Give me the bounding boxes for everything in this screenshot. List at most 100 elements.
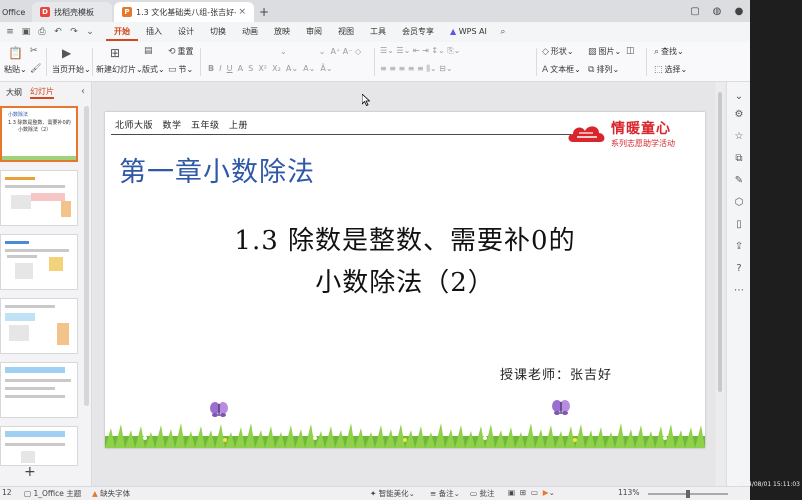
arrange-button[interactable]: ⧉ 排列 ⌄ — [588, 64, 619, 75]
comments-button[interactable]: ▭ 批注 — [470, 488, 494, 499]
normal-view-icon[interactable]: ▣ — [508, 488, 520, 497]
paste-icon[interactable]: 📋 — [8, 46, 25, 60]
tablet-icon[interactable]: ▢ — [684, 6, 706, 17]
find-button[interactable]: ⌕ 查找 ⌄ — [654, 46, 684, 57]
menu-review[interactable]: 审阅 — [298, 23, 330, 41]
save-icon[interactable]: ▣ — [18, 27, 34, 37]
add-slide-button[interactable]: + — [24, 464, 36, 480]
shape-button[interactable]: ◇ 形状 ⌄ — [542, 46, 574, 57]
paragraph-list-group[interactable]: ☰⌄ ☰⌄ ⇤ ⇥ ↕⌄ ⎘⌄ — [380, 46, 460, 56]
collapse-panel-icon[interactable]: ‹ — [81, 86, 85, 97]
menu-tools[interactable]: 工具 — [362, 23, 394, 41]
play-from-current-button[interactable]: 当页开始 ⌄ — [52, 64, 91, 75]
section-button[interactable]: ▭ 节 ⌄ — [168, 64, 193, 75]
wps-ai-button[interactable]: ▲ WPS AI — [442, 23, 495, 41]
canvas-scrollbar[interactable] — [716, 82, 724, 486]
play-slideshow-icon[interactable]: ▶ — [543, 488, 549, 497]
print-icon[interactable]: ⎙ — [34, 27, 50, 37]
sorter-view-icon[interactable]: ⊞ — [520, 488, 531, 497]
avatar[interactable]: ● — [728, 6, 750, 17]
paragraph-align-group[interactable]: ≡ ≡ ≡ ≡ ≡ ⫼⌄ ⊟⌄ — [380, 64, 453, 74]
search-icon[interactable]: ⌕ — [495, 27, 511, 37]
textbox-button[interactable]: A 文本框 ⌄ — [542, 64, 581, 75]
shape-icon[interactable]: ⬡ — [732, 196, 746, 210]
star-icon[interactable]: ☆ — [732, 130, 746, 144]
font-style-group[interactable]: B I U A S X² X₂ A⌄ A⌄ Ǎ⌄ — [208, 64, 333, 73]
menu-transition[interactable]: 切换 — [202, 23, 234, 41]
lesson-title-line1[interactable]: 1.3 除数是整数、需要补0的 — [105, 220, 705, 257]
panel-scrollbar[interactable] — [84, 106, 89, 406]
slide-thumbnail[interactable] — [0, 362, 78, 418]
brush-icon[interactable]: ✎ — [732, 174, 746, 188]
tab-outline[interactable]: 大纲 — [6, 87, 22, 98]
chapter-title[interactable]: 第一章小数除法 — [119, 150, 315, 189]
slide[interactable]: 北师大版 数学 五年级 上册 情暖童心 系列志愿助学活动 第一章小数除法 1.3… — [105, 112, 705, 448]
section-label: 节 — [178, 65, 187, 74]
menu-animation[interactable]: 动画 — [234, 23, 266, 41]
notes-button[interactable]: ≡ 备注 ⌄ — [430, 488, 460, 499]
theme-label: 1_Office 主题 — [33, 489, 82, 498]
grass-border — [105, 423, 705, 448]
tab-slides[interactable]: 幻灯片 — [30, 86, 54, 99]
book-icon[interactable]: ▯ — [732, 218, 746, 232]
slide-thumbnail[interactable]: 小数除法 1.3 除数是整数、需要补0的 小数除法（2） — [0, 106, 78, 162]
share-icon[interactable]: ⇪ — [732, 240, 746, 254]
zoom-slider[interactable] — [648, 490, 728, 498]
missing-font-label: 缺失字体 — [100, 489, 131, 498]
menu-design[interactable]: 设计 — [170, 23, 202, 41]
slide-thumbnail[interactable] — [0, 170, 78, 226]
teacher-name[interactable]: 授课老师：张吉好 — [500, 364, 612, 383]
format-painter-icon[interactable]: 🖌 — [30, 64, 43, 74]
zoom-level[interactable]: 113% — [618, 488, 639, 497]
slide-thumbnail[interactable] — [0, 234, 78, 290]
select-button[interactable]: ⬚ 选择 ⌄ — [654, 64, 687, 75]
cut-icon[interactable]: ✂ — [30, 46, 40, 56]
mouse-cursor-icon — [362, 94, 370, 106]
menu-icon[interactable]: ≡ — [2, 27, 18, 37]
smart-beautify-button[interactable]: ✦ 智能美化 ⌄ — [370, 488, 415, 499]
help-icon[interactable]: ? — [732, 262, 746, 276]
reading-view-icon[interactable]: ▭ — [531, 488, 543, 497]
layout-button[interactable]: 版式 ⌄ — [142, 64, 165, 75]
slide-canvas[interactable]: 北师大版 数学 五年级 上册 情暖童心 系列志愿助学活动 第一章小数除法 1.3… — [93, 82, 715, 486]
properties-icon[interactable]: ⚙ — [732, 108, 746, 122]
tab-template[interactable]: D 找稻壳模板 — [32, 2, 112, 22]
zoom-slider-knob[interactable] — [686, 490, 690, 498]
paste-button[interactable]: 粘贴 ⌄ — [4, 64, 27, 75]
menu-insert[interactable]: 插入 — [138, 23, 170, 41]
arrange-more-icon[interactable]: ◫ — [626, 46, 637, 56]
scrollbar-thumb[interactable] — [718, 92, 722, 392]
thumb-subtitle: 小数除法（2） — [18, 127, 52, 133]
theme-name[interactable]: ▢ 1_Office 主题 — [24, 488, 81, 499]
butterfly-icon — [210, 402, 228, 417]
missing-font-button[interactable]: ▲ 缺失字体 — [92, 488, 130, 499]
menu-home[interactable]: 开始 — [106, 23, 138, 41]
add-tab-button[interactable]: + — [254, 2, 274, 22]
cloud-logo-icon — [568, 126, 605, 142]
menu-view[interactable]: 视图 — [330, 23, 362, 41]
font-name-select[interactable]: ⌄ ⌄ A⁺ A⁻ ◇ — [208, 46, 361, 57]
tab-document[interactable]: P 1.3 文化基础类八组-张吉好- × — [114, 2, 254, 22]
new-slide-button[interactable]: 新建幻灯片 ⌄ — [96, 64, 143, 75]
new-slide-icon[interactable]: ⊞ — [110, 46, 122, 60]
collapse-icon[interactable]: ⌄ — [732, 90, 746, 104]
tab-office[interactable]: Office — [0, 2, 28, 22]
reset-button[interactable]: ⟲ 重置 — [168, 46, 194, 57]
skin-icon[interactable]: ◍ — [706, 6, 728, 17]
lesson-title-line2[interactable]: 小数除法（2） — [105, 262, 705, 299]
more-icon[interactable]: ⋯ — [732, 284, 746, 298]
close-tab-icon[interactable]: × — [238, 7, 246, 17]
menu-slideshow[interactable]: 放映 — [266, 23, 298, 41]
copy-icon[interactable]: ⧉ — [732, 152, 746, 166]
slide-thumbnail[interactable] — [0, 298, 78, 354]
layout-icon[interactable]: ▤ — [144, 46, 155, 56]
undo-icon[interactable]: ↶ — [50, 27, 66, 37]
play-icon[interactable]: ▶ — [62, 46, 73, 60]
menu-member[interactable]: 会员专享 — [394, 23, 442, 41]
menu-bar: ≡ ▣ ⎙ ↶ ↷ ⌄ 开始 插入 设计 切换 动画 放映 审阅 视图 工具 会… — [0, 22, 802, 42]
slide-thumbnail[interactable] — [0, 426, 78, 466]
view-buttons[interactable]: ▣ ⊞ ▭ ▶ ⌄ — [508, 488, 555, 497]
picture-button[interactable]: ▨ 图片 ⌄ — [588, 46, 621, 57]
chevron-down-icon[interactable]: ⌄ — [82, 27, 98, 37]
redo-icon[interactable]: ↷ — [66, 27, 82, 37]
